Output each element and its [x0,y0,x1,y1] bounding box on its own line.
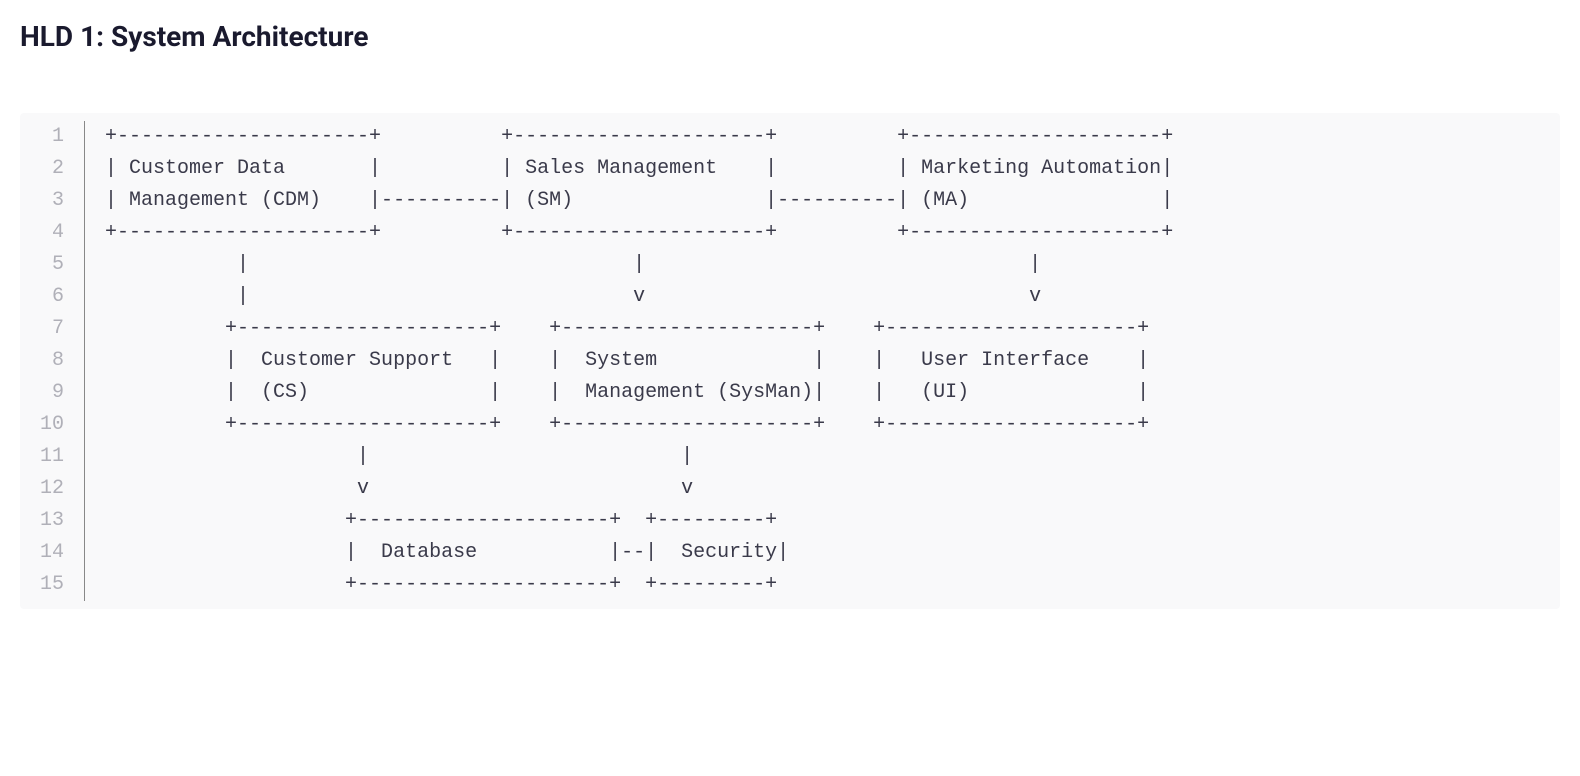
code-line: v v [105,473,1173,505]
line-number: 15 [40,569,68,601]
line-number: 2 [40,153,68,185]
code-line: | v v [105,281,1173,313]
code-line: | | [105,441,1173,473]
code-line: | (CS) | | Management (SysMan)| | (UI) | [105,377,1173,409]
code-line: +---------------------+ +---------------… [105,217,1173,249]
code-line: | Customer Support | | System | | User I… [105,345,1173,377]
code-line: +---------------------+ +---------+ [105,569,1173,601]
line-number: 11 [40,441,68,473]
code-line: | Database |--| Security| [105,537,1173,569]
code-line: | Customer Data | | Sales Management | |… [105,153,1173,185]
line-number: 9 [40,377,68,409]
line-number: 4 [40,217,68,249]
code-line: +---------------------+ +---------------… [105,121,1173,153]
line-number: 6 [40,281,68,313]
line-number: 14 [40,537,68,569]
line-number: 12 [40,473,68,505]
code-line: | Management (CDM) |----------| (SM) |--… [105,185,1173,217]
code-line: +---------------------+ +---------------… [105,313,1173,345]
ascii-diagram: +---------------------+ +---------------… [85,121,1193,601]
code-line: +---------------------+ +---------------… [105,409,1173,441]
code-line: | | | [105,249,1173,281]
line-number: 10 [40,409,68,441]
line-number: 13 [40,505,68,537]
page-title: HLD 1: System Architecture [20,20,1560,53]
code-line: +---------------------+ +---------+ [105,505,1173,537]
line-number: 8 [40,345,68,377]
line-number-gutter: 1 2 3 4 5 6 7 8 9 10 11 12 13 14 15 [20,121,85,601]
line-number: 7 [40,313,68,345]
line-number: 3 [40,185,68,217]
code-block: 1 2 3 4 5 6 7 8 9 10 11 12 13 14 15 +---… [20,113,1560,609]
line-number: 5 [40,249,68,281]
line-number: 1 [40,121,68,153]
